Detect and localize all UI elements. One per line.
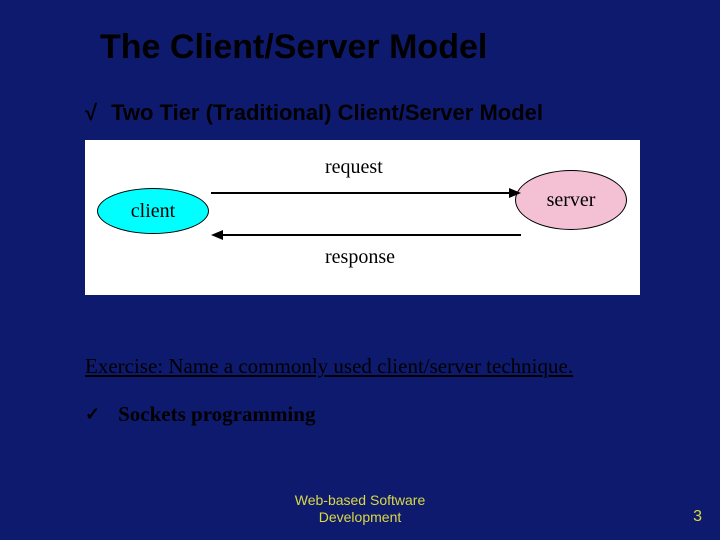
response-arrow-head-icon [211, 230, 223, 240]
answer-text: Sockets programming [118, 402, 315, 427]
slide: The Client/Server Model √ Two Tier (Trad… [0, 0, 720, 540]
response-arrow-line [223, 234, 521, 236]
footer-line2: Development [0, 509, 720, 526]
response-label: response [325, 246, 395, 269]
client-label: client [131, 200, 175, 223]
answer-row: ✓ Sockets programming [85, 402, 315, 427]
slide-title: The Client/Server Model [100, 28, 487, 67]
client-node: client [97, 188, 209, 234]
footer-line1: Web-based Software [0, 492, 720, 509]
request-arrow-line [211, 192, 509, 194]
request-arrow-head-icon [509, 188, 521, 198]
bullet-two-tier: √ Two Tier (Traditional) Client/Server M… [85, 100, 543, 126]
page-number: 3 [693, 508, 702, 526]
bullet-text: Two Tier (Traditional) Client/Server Mod… [111, 100, 543, 126]
check-icon: √ [85, 100, 97, 126]
client-server-diagram: client server request response [85, 140, 640, 295]
request-label: request [325, 156, 383, 179]
server-node: server [515, 170, 627, 230]
checkmark-icon: ✓ [85, 404, 100, 425]
footer: Web-based Software Development [0, 492, 720, 526]
diagram-inner: client server request response [85, 140, 640, 295]
server-label: server [547, 189, 596, 212]
exercise-prompt: Exercise: Name a commonly used client/se… [85, 354, 573, 379]
